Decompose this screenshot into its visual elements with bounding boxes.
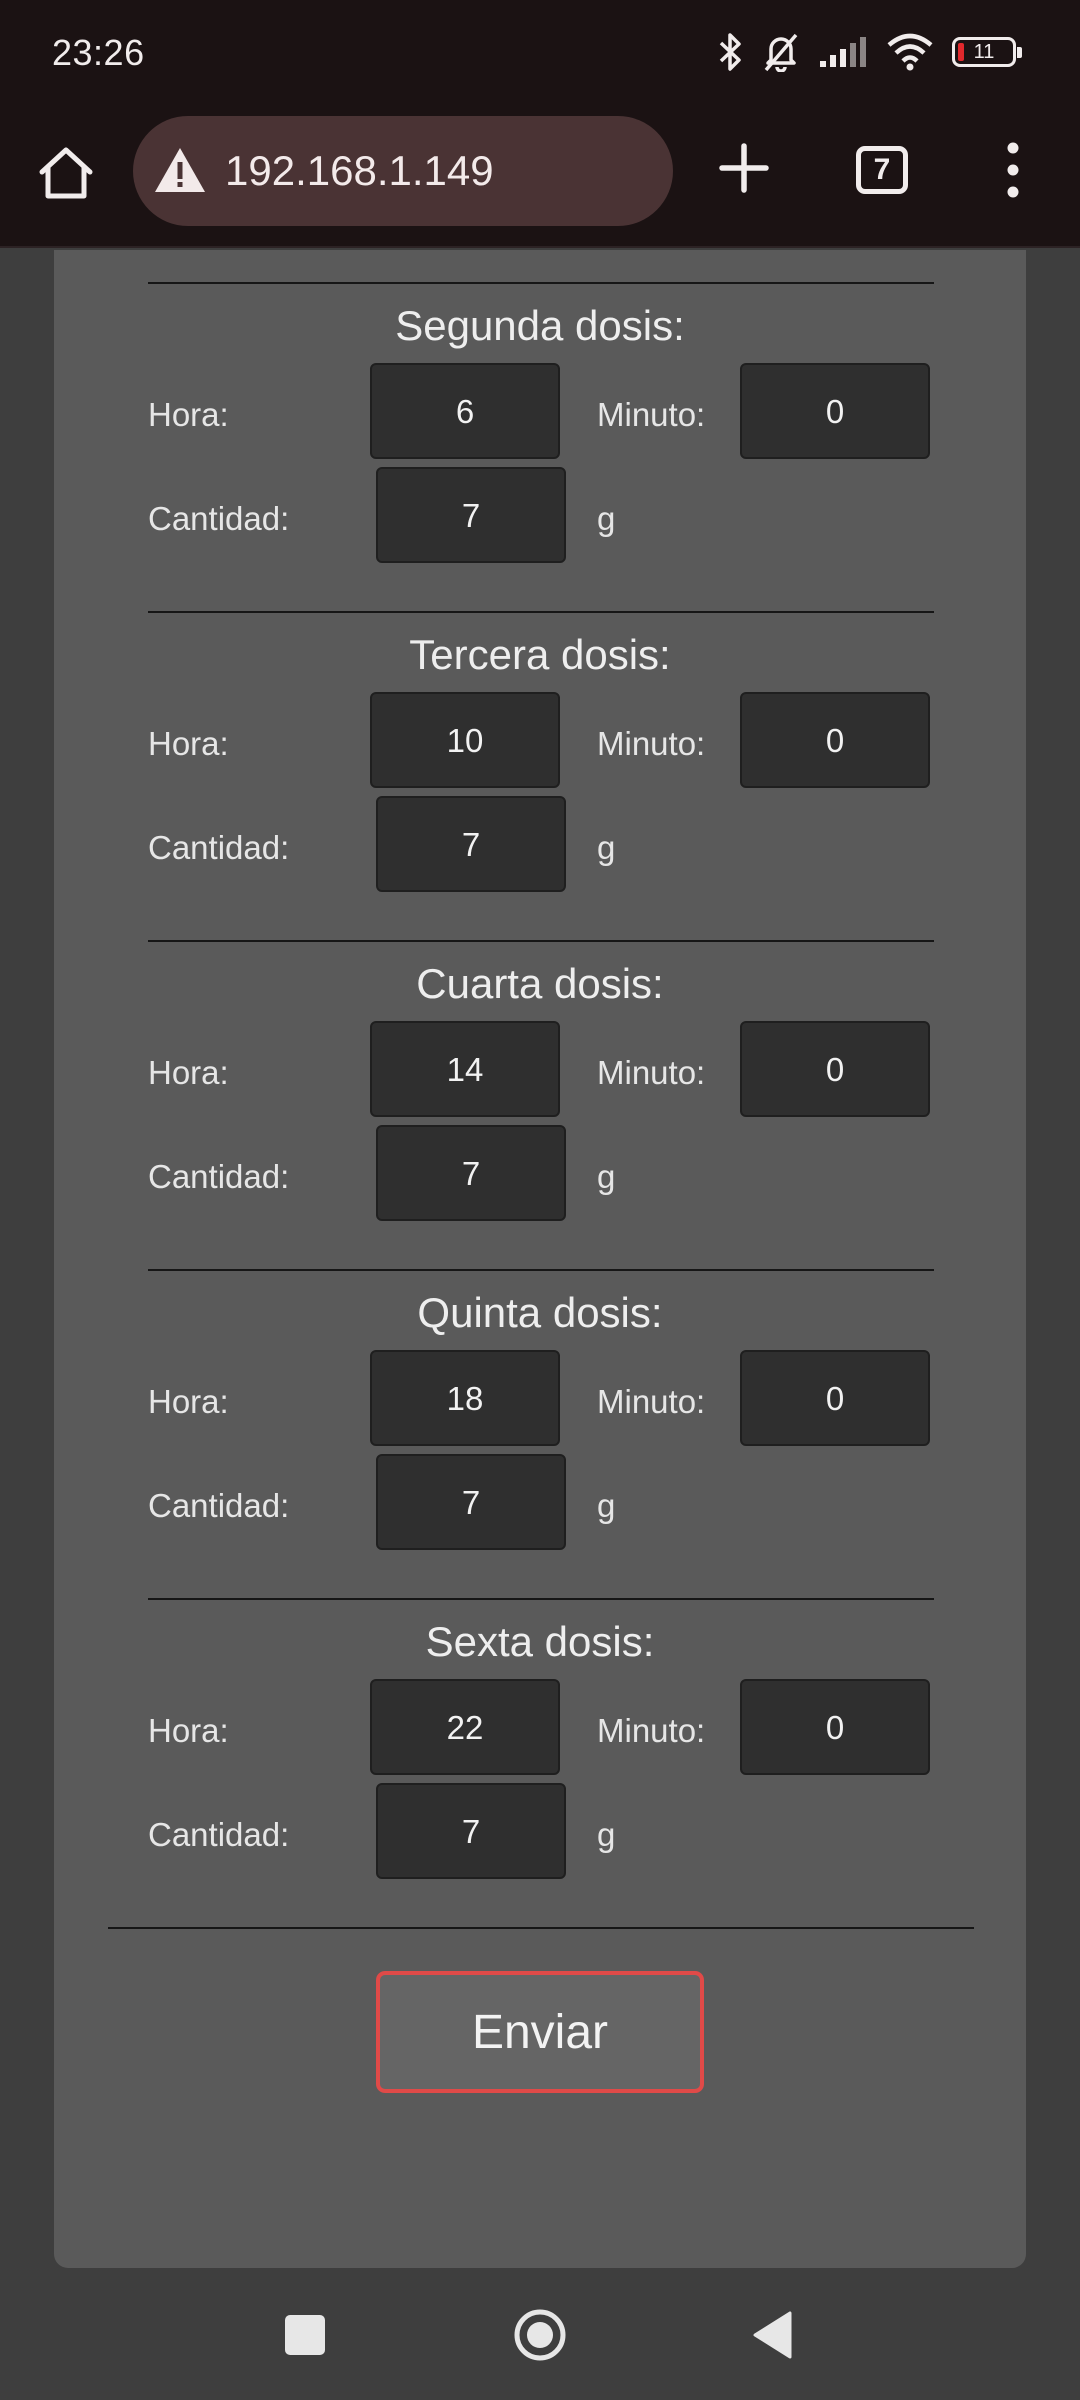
hour-label: Hora: <box>148 1383 229 1420</box>
minute-input[interactable]: 0 <box>740 1021 930 1117</box>
hour-input[interactable]: 18 <box>370 1350 560 1446</box>
status-icons: 11 <box>718 30 1022 74</box>
section-title: Sexta dosis: <box>425 1618 655 1665</box>
bell-off-icon <box>764 33 798 72</box>
minute-label: Minuto: <box>597 1712 706 1749</box>
bluetooth-icon <box>719 33 741 71</box>
back-icon[interactable] <box>752 2310 792 2360</box>
form-divider <box>108 1927 974 1929</box>
url-text[interactable]: 192.168.1.149 <box>225 147 494 195</box>
amount-label: Cantidad: <box>148 1158 290 1195</box>
hour-input[interactable]: 10 <box>370 692 560 788</box>
signal-icon <box>820 37 866 67</box>
warning-icon[interactable] <box>151 142 209 200</box>
unit-label: g <box>597 1158 616 1195</box>
minute-label: Minuto: <box>597 725 706 762</box>
home-icon[interactable] <box>34 142 98 206</box>
hour-label: Hora: <box>148 1054 229 1091</box>
amount-label: Cantidad: <box>148 1816 290 1853</box>
section-divider <box>148 940 934 942</box>
unit-label: g <box>597 500 616 537</box>
section-divider <box>148 282 934 284</box>
amount-input[interactable]: 7 <box>376 467 566 563</box>
section-divider <box>148 1269 934 1271</box>
browser-toolbar: 192.168.1.149 7 <box>0 110 1080 248</box>
battery-icon: 11 <box>952 37 1022 67</box>
hour-input[interactable]: 14 <box>370 1021 560 1117</box>
minute-input[interactable]: 0 <box>740 363 930 459</box>
battery-text: 11 <box>973 40 995 63</box>
amount-label: Cantidad: <box>148 829 290 866</box>
minute-input[interactable]: 0 <box>740 1350 930 1446</box>
minute-label: Minuto: <box>597 396 706 433</box>
dose-form: Segunda dosis: Hora: 6 Minuto: 0 Cantida… <box>54 250 1026 2268</box>
tab-count: 7 <box>873 153 891 186</box>
home-circle-icon[interactable] <box>513 2308 567 2362</box>
recents-icon[interactable] <box>285 2315 325 2355</box>
tabs-button[interactable]: 7 <box>856 146 908 194</box>
hour-input[interactable]: 6 <box>370 363 560 459</box>
battery-level <box>958 43 964 61</box>
unit-label: g <box>597 829 616 866</box>
unit-label: g <box>597 1487 616 1524</box>
minute-input[interactable]: 0 <box>740 692 930 788</box>
wifi-icon <box>887 33 933 71</box>
hour-label: Hora: <box>148 725 229 762</box>
hour-label: Hora: <box>148 1712 229 1749</box>
hour-label: Hora: <box>148 396 229 433</box>
section-title: Tercera dosis: <box>409 631 671 678</box>
section-title: Quinta dosis: <box>417 1289 663 1336</box>
amount-input[interactable]: 7 <box>376 796 566 892</box>
page-content[interactable]: Segunda dosis: Hora: 6 Minuto: 0 Cantida… <box>0 250 1080 2280</box>
section-title: Cuarta dosis: <box>416 960 664 1007</box>
section-divider <box>148 611 934 613</box>
amount-label: Cantidad: <box>148 1487 290 1524</box>
minute-label: Minuto: <box>597 1383 706 1420</box>
submit-button[interactable]: Enviar <box>376 1971 704 2093</box>
plus-icon[interactable] <box>712 136 776 200</box>
section-divider <box>148 1598 934 1600</box>
system-nav-bar <box>0 2280 1080 2400</box>
address-bar[interactable]: 192.168.1.149 <box>133 116 673 226</box>
amount-input[interactable]: 7 <box>376 1125 566 1221</box>
amount-input[interactable]: 7 <box>376 1454 566 1550</box>
status-bar: 23:26 11 <box>0 0 1080 110</box>
hour-input[interactable]: 22 <box>370 1679 560 1775</box>
section-title: Segunda dosis: <box>395 302 685 349</box>
amount-input[interactable]: 7 <box>376 1783 566 1879</box>
unit-label: g <box>597 1816 616 1853</box>
minute-input[interactable]: 0 <box>740 1679 930 1775</box>
minute-label: Minuto: <box>597 1054 706 1091</box>
status-time: 23:26 <box>52 32 145 73</box>
amount-label: Cantidad: <box>148 500 290 537</box>
more-vert-icon[interactable] <box>996 140 1030 200</box>
